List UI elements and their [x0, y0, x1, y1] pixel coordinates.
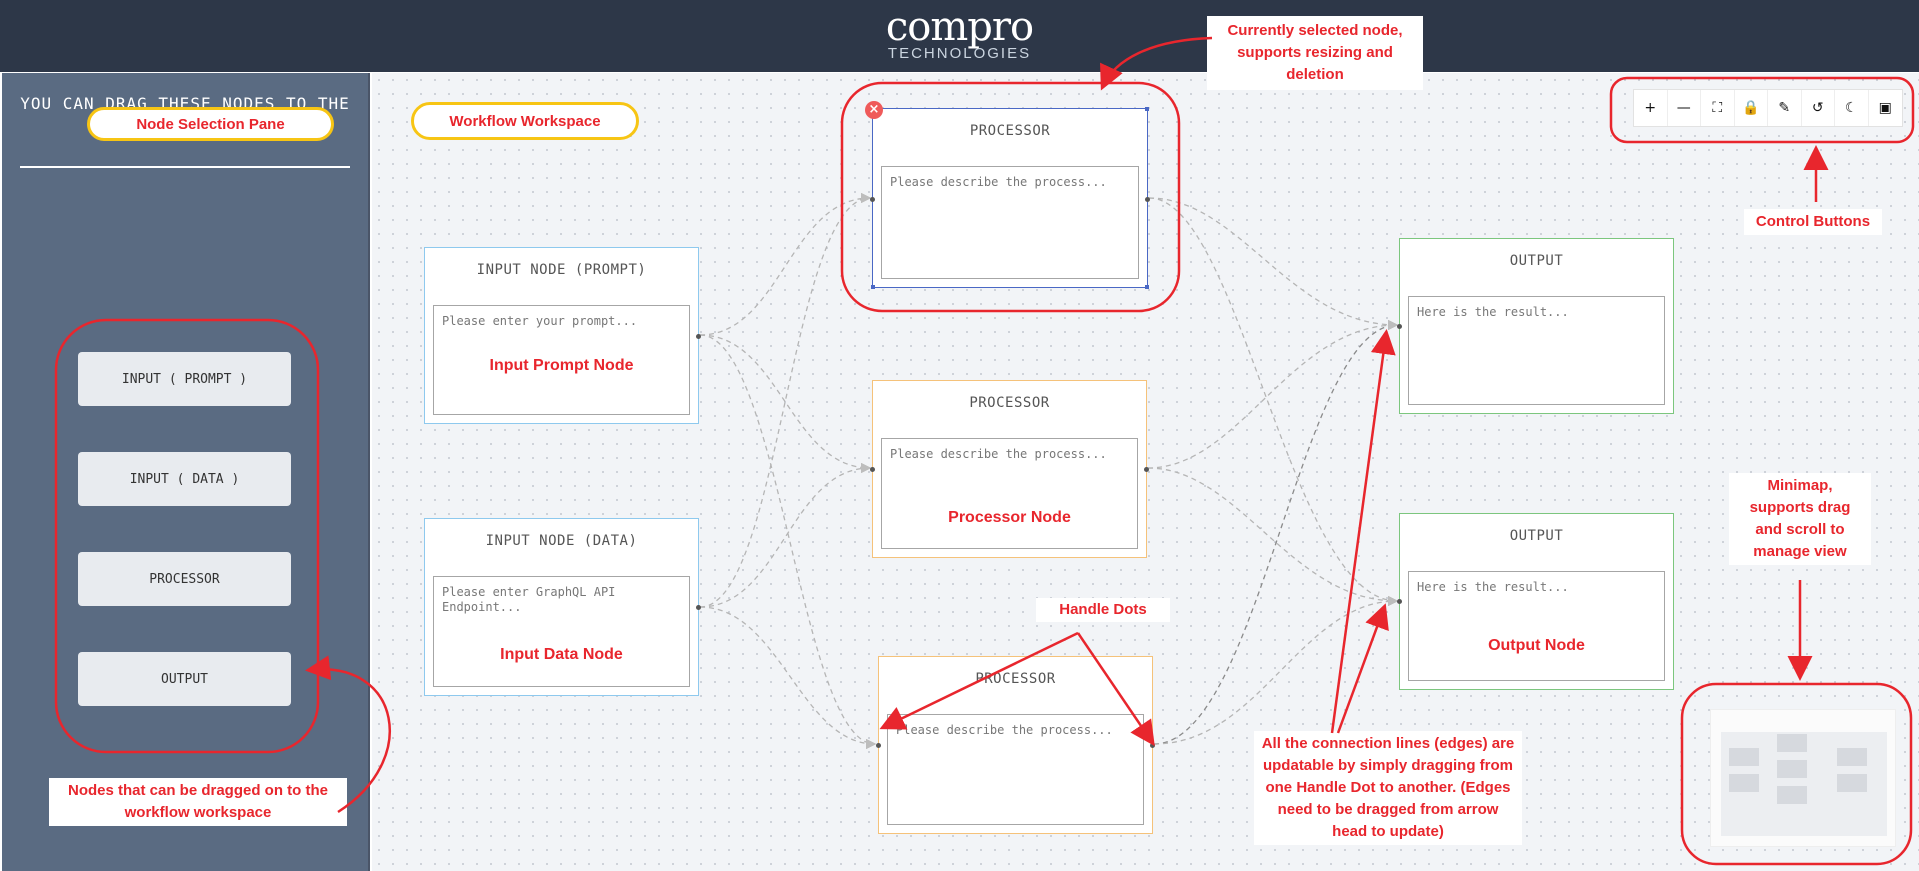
- data-endpoint-textarea[interactable]: Please enter GraphQL API Endpoint...: [433, 576, 690, 687]
- annotation-draggable-nodes: Nodes that can be dragged on to the work…: [49, 778, 347, 826]
- terminal-icon: ▣: [1878, 100, 1892, 116]
- processor-node-selected[interactable]: PROCESSOR Please describe the process...: [870, 107, 1150, 289]
- minimap-node: [1777, 786, 1807, 804]
- drag-node-processor[interactable]: PROCESSOR: [78, 552, 291, 606]
- logo-subtitle: TECHNOLOGIES: [887, 45, 1032, 62]
- undo-icon: ↺: [1811, 100, 1824, 116]
- clear-button[interactable]: ✎: [1768, 90, 1802, 126]
- node-title: INPUT NODE (PROMPT): [476, 262, 647, 278]
- minimap[interactable]: [1710, 709, 1896, 847]
- process-description-textarea[interactable]: Please describe the process...: [881, 438, 1138, 549]
- eraser-icon: ✎: [1778, 100, 1791, 116]
- annotation-handle-dots: Handle Dots: [1036, 598, 1170, 622]
- source-handle-dot[interactable]: [696, 605, 701, 610]
- control-buttons: + — ⛶ 🔒 ✎ ↺ ☾ ▣: [1633, 89, 1903, 127]
- target-handle-dot[interactable]: [1397, 324, 1402, 329]
- annotation-output-node: Output Node: [1488, 637, 1585, 654]
- console-button[interactable]: ▣: [1869, 90, 1903, 126]
- minimap-node: [1777, 734, 1807, 752]
- dark-mode-button[interactable]: ☾: [1835, 90, 1869, 126]
- node-title: OUTPUT: [1509, 528, 1564, 544]
- lock-icon: 🔒: [1742, 100, 1760, 116]
- node-title: INPUT NODE (DATA): [485, 533, 638, 549]
- fit-view-button[interactable]: ⛶: [1701, 90, 1735, 126]
- annotation-control-buttons: Control Buttons: [1744, 209, 1882, 235]
- annotation-workflow-workspace: Workflow Workspace: [411, 102, 639, 140]
- minimap-node: [1777, 760, 1807, 778]
- annotation-selected-node: Currently selected node, supports resizi…: [1207, 16, 1423, 90]
- minimap-node: [1837, 774, 1867, 792]
- logo-wordmark: compro: [885, 4, 1034, 50]
- source-handle-dot[interactable]: [696, 334, 701, 339]
- resize-handle[interactable]: [1145, 285, 1149, 289]
- minimap-node: [1837, 748, 1867, 766]
- zoom-out-button[interactable]: —: [1668, 90, 1701, 126]
- resize-handle[interactable]: [1145, 107, 1149, 111]
- process-description-textarea[interactable]: Please describe the process...: [887, 714, 1144, 825]
- annotation-minimap: Minimap, supports drag and scroll to man…: [1729, 473, 1871, 565]
- node-title: PROCESSOR: [969, 395, 1050, 411]
- input-data-node[interactable]: INPUT NODE (DATA) Please enter GraphQL A…: [424, 518, 701, 696]
- minus-icon: —: [1676, 100, 1691, 116]
- output-node[interactable]: OUTPUT Here is the result... Output Node: [1397, 513, 1674, 690]
- drag-node-input-prompt[interactable]: INPUT ( PROMPT ): [78, 352, 291, 406]
- resize-handle[interactable]: [871, 285, 875, 289]
- output-node[interactable]: OUTPUT Here is the result...: [1397, 238, 1674, 414]
- target-handle-dot[interactable]: [870, 467, 875, 472]
- processor-node[interactable]: PROCESSOR Please describe the process...: [876, 656, 1155, 834]
- result-textarea[interactable]: Here is the result...: [1408, 296, 1665, 405]
- target-handle-dot[interactable]: [876, 743, 881, 748]
- annotation-input-prompt-node: Input Prompt Node: [489, 357, 634, 374]
- undo-button[interactable]: ↺: [1802, 90, 1835, 126]
- minimap-node: [1729, 748, 1759, 766]
- target-handle-dot[interactable]: [870, 197, 875, 202]
- app-header: compro TECHNOLOGIES: [0, 0, 1919, 72]
- processor-node[interactable]: PROCESSOR Please describe the process...…: [870, 380, 1149, 558]
- node-title: PROCESSOR: [969, 123, 1051, 139]
- annotation-edges: All the connection lines (edges) are upd…: [1254, 731, 1522, 845]
- moon-icon: ☾: [1844, 100, 1858, 116]
- annotation-processor-node: Processor Node: [948, 509, 1071, 526]
- drag-node-output[interactable]: OUTPUT: [78, 652, 291, 706]
- node-title: PROCESSOR: [975, 671, 1056, 687]
- source-handle-dot[interactable]: [1144, 467, 1149, 472]
- sidebar-divider: [20, 166, 350, 168]
- minimap-viewport[interactable]: [1721, 732, 1887, 836]
- fit-view-icon: ⛶: [1712, 100, 1723, 116]
- delete-node-icon[interactable]: ×: [865, 101, 883, 119]
- source-handle-dot[interactable]: [1150, 743, 1155, 748]
- annotation-node-selection-pane: Node Selection Pane: [87, 107, 334, 141]
- input-prompt-node[interactable]: INPUT NODE (PROMPT) Please enter your pr…: [424, 247, 701, 424]
- lock-button[interactable]: 🔒: [1735, 90, 1768, 126]
- source-handle-dot[interactable]: [1145, 197, 1150, 202]
- annotation-input-data-node: Input Data Node: [500, 646, 623, 663]
- zoom-in-button[interactable]: +: [1634, 90, 1668, 126]
- result-textarea[interactable]: Here is the result...: [1408, 571, 1665, 681]
- minimap-node: [1729, 774, 1759, 792]
- drag-node-input-data[interactable]: INPUT ( DATA ): [78, 452, 291, 506]
- target-handle-dot[interactable]: [1397, 599, 1402, 604]
- process-description-textarea[interactable]: Please describe the process...: [881, 166, 1139, 279]
- node-title: OUTPUT: [1509, 253, 1564, 269]
- plus-icon: +: [1644, 100, 1657, 116]
